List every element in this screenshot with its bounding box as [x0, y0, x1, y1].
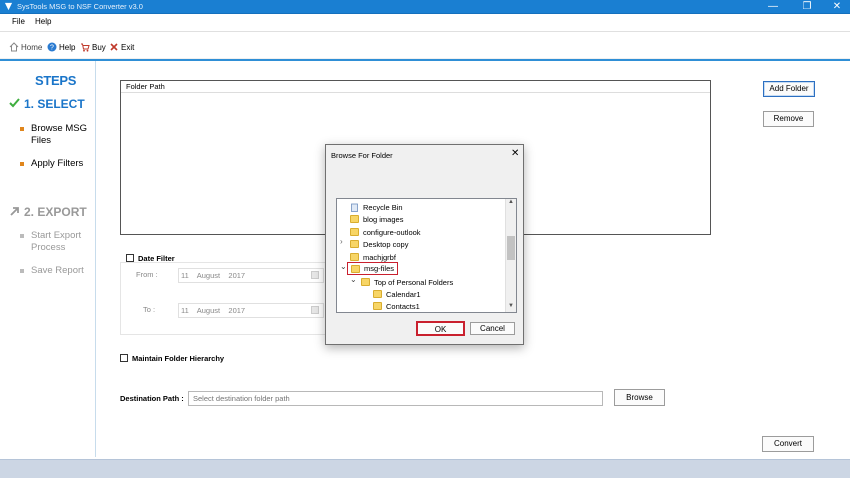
exit-button[interactable]: Exit — [109, 41, 134, 53]
scroll-down-icon[interactable]: ▼ — [508, 303, 514, 309]
folder-icon — [373, 302, 382, 310]
tree-item-label: Top of Personal Folders — [374, 278, 453, 287]
browse-button[interactable]: Browse — [614, 389, 665, 406]
home-label: Home — [21, 43, 42, 52]
tree-item-label: Calendar1 — [386, 290, 421, 299]
browse-folder-dialog: Browse For Folder ✕ Recycle Bin blog ima… — [325, 144, 524, 345]
folder-tree[interactable]: Recycle Bin blog images configure-outloo… — [336, 198, 517, 313]
scroll-thumb[interactable] — [507, 236, 515, 260]
window-title: SysTools MSG to NSF Converter v3.0 — [17, 2, 143, 11]
tree-item[interactable]: blog images — [350, 213, 403, 225]
tree-item-label: configure-outlook — [363, 228, 421, 237]
to-date-picker[interactable]: 11 August 2017 — [178, 303, 324, 318]
tree-item-selected[interactable]: msg-files — [347, 262, 398, 275]
checkmark-icon — [9, 97, 20, 108]
help-icon: ? — [47, 42, 57, 52]
tree-item-label: Recycle Bin — [363, 203, 403, 212]
calendar-dropdown-icon[interactable] — [311, 271, 319, 279]
to-year: 2017 — [228, 306, 245, 315]
tree-item-label: Desktop copy — [363, 240, 408, 249]
step-save-report: Save Report — [31, 265, 84, 277]
app-logo-icon — [4, 2, 13, 11]
step-apply-filters: Apply Filters — [31, 158, 83, 170]
help-button[interactable]: ? Help — [47, 41, 75, 53]
exit-label: Exit — [121, 43, 134, 52]
export-arrow-icon — [9, 206, 20, 217]
chevron-down-icon[interactable]: ⌄ — [350, 275, 357, 284]
tree-item-label: machjgrbf — [363, 253, 396, 262]
folder-icon — [350, 228, 359, 236]
status-bar — [0, 459, 850, 478]
maintain-hierarchy-checkbox[interactable] — [120, 354, 128, 362]
bullet-icon — [20, 269, 24, 273]
tree-item-label: Contacts1 — [386, 302, 420, 311]
bullet-icon — [20, 162, 24, 166]
exit-icon — [109, 42, 119, 52]
folder-icon — [361, 278, 370, 286]
from-year: 2017 — [228, 271, 245, 280]
cancel-button[interactable]: Cancel — [470, 322, 515, 335]
ok-button[interactable]: OK — [416, 321, 465, 336]
steps-title: STEPS — [35, 73, 76, 88]
cart-icon — [80, 42, 90, 52]
maintain-hierarchy-label: Maintain Folder Hierarchy — [132, 354, 224, 363]
tree-item[interactable]: Recycle Bin — [350, 201, 403, 213]
tree-item[interactable]: Desktop copy — [350, 238, 408, 250]
folder-icon — [350, 215, 359, 223]
help-label: Help — [59, 43, 75, 52]
svg-text:?: ? — [50, 45, 54, 52]
recycle-bin-icon — [350, 203, 359, 212]
buy-label: Buy — [92, 43, 106, 52]
folder-icon — [350, 253, 359, 261]
to-day: 11 — [181, 306, 189, 315]
home-icon — [9, 42, 19, 52]
buy-button[interactable]: Buy — [80, 41, 106, 53]
folder-path-header: Folder Path — [121, 81, 710, 93]
menu-file[interactable]: File — [12, 17, 25, 26]
add-folder-button[interactable]: Add Folder — [763, 81, 815, 97]
close-button[interactable]: ✕ — [822, 0, 850, 14]
convert-button[interactable]: Convert — [762, 436, 814, 452]
to-label: To : — [143, 305, 155, 314]
restore-button[interactable]: ❐ — [792, 0, 822, 14]
chevron-down-icon[interactable]: ⌄ — [340, 262, 347, 271]
folder-icon — [373, 290, 382, 298]
remove-button[interactable]: Remove — [763, 111, 814, 127]
tree-item[interactable]: Top of Personal Folders — [361, 276, 453, 288]
chevron-right-icon[interactable]: › — [340, 237, 343, 246]
to-month: August — [197, 306, 220, 315]
minimize-button[interactable]: — — [758, 0, 788, 14]
steps-sidebar — [3, 61, 96, 457]
tree-item-label: msg-files — [364, 264, 394, 273]
dialog-close-button[interactable]: ✕ — [511, 148, 519, 159]
tree-item-label: blog images — [363, 215, 403, 224]
bullet-icon — [20, 234, 24, 238]
step-start-export: Start Export Process — [31, 230, 86, 254]
scroll-up-icon[interactable]: ▲ — [508, 199, 514, 205]
title-bar: SysTools MSG to NSF Converter v3.0 — ❐ ✕ — [0, 0, 850, 14]
destination-label: Destination Path : — [120, 394, 184, 403]
from-label: From : — [136, 270, 158, 279]
toolbar: Home ? Help Buy Exit — [0, 31, 850, 58]
destination-path-input[interactable] — [188, 391, 603, 406]
folder-icon — [350, 240, 359, 248]
from-month: August — [197, 271, 220, 280]
from-date-picker[interactable]: 11 August 2017 — [178, 268, 324, 283]
dialog-title: Browse For Folder — [331, 151, 393, 160]
calendar-dropdown-icon[interactable] — [311, 306, 319, 314]
tree-item[interactable]: Calendar1 — [373, 288, 421, 300]
tree-item[interactable]: Contacts1 — [373, 300, 420, 312]
date-filter-checkbox[interactable] — [126, 254, 134, 262]
tree-item[interactable]: configure-outlook — [350, 226, 421, 238]
folder-icon — [351, 265, 360, 273]
step-export-heading: 2. EXPORT — [24, 205, 87, 219]
step-browse-msg-files: Browse MSG Files — [31, 123, 91, 147]
menu-bar: File Help — [0, 14, 850, 31]
home-button[interactable]: Home — [9, 41, 42, 53]
menu-help[interactable]: Help — [35, 17, 51, 26]
step-select-heading: 1. SELECT — [24, 97, 85, 111]
tree-scrollbar[interactable]: ▲ ▼ — [505, 199, 516, 312]
bullet-icon — [20, 127, 24, 131]
from-day: 11 — [181, 271, 189, 280]
